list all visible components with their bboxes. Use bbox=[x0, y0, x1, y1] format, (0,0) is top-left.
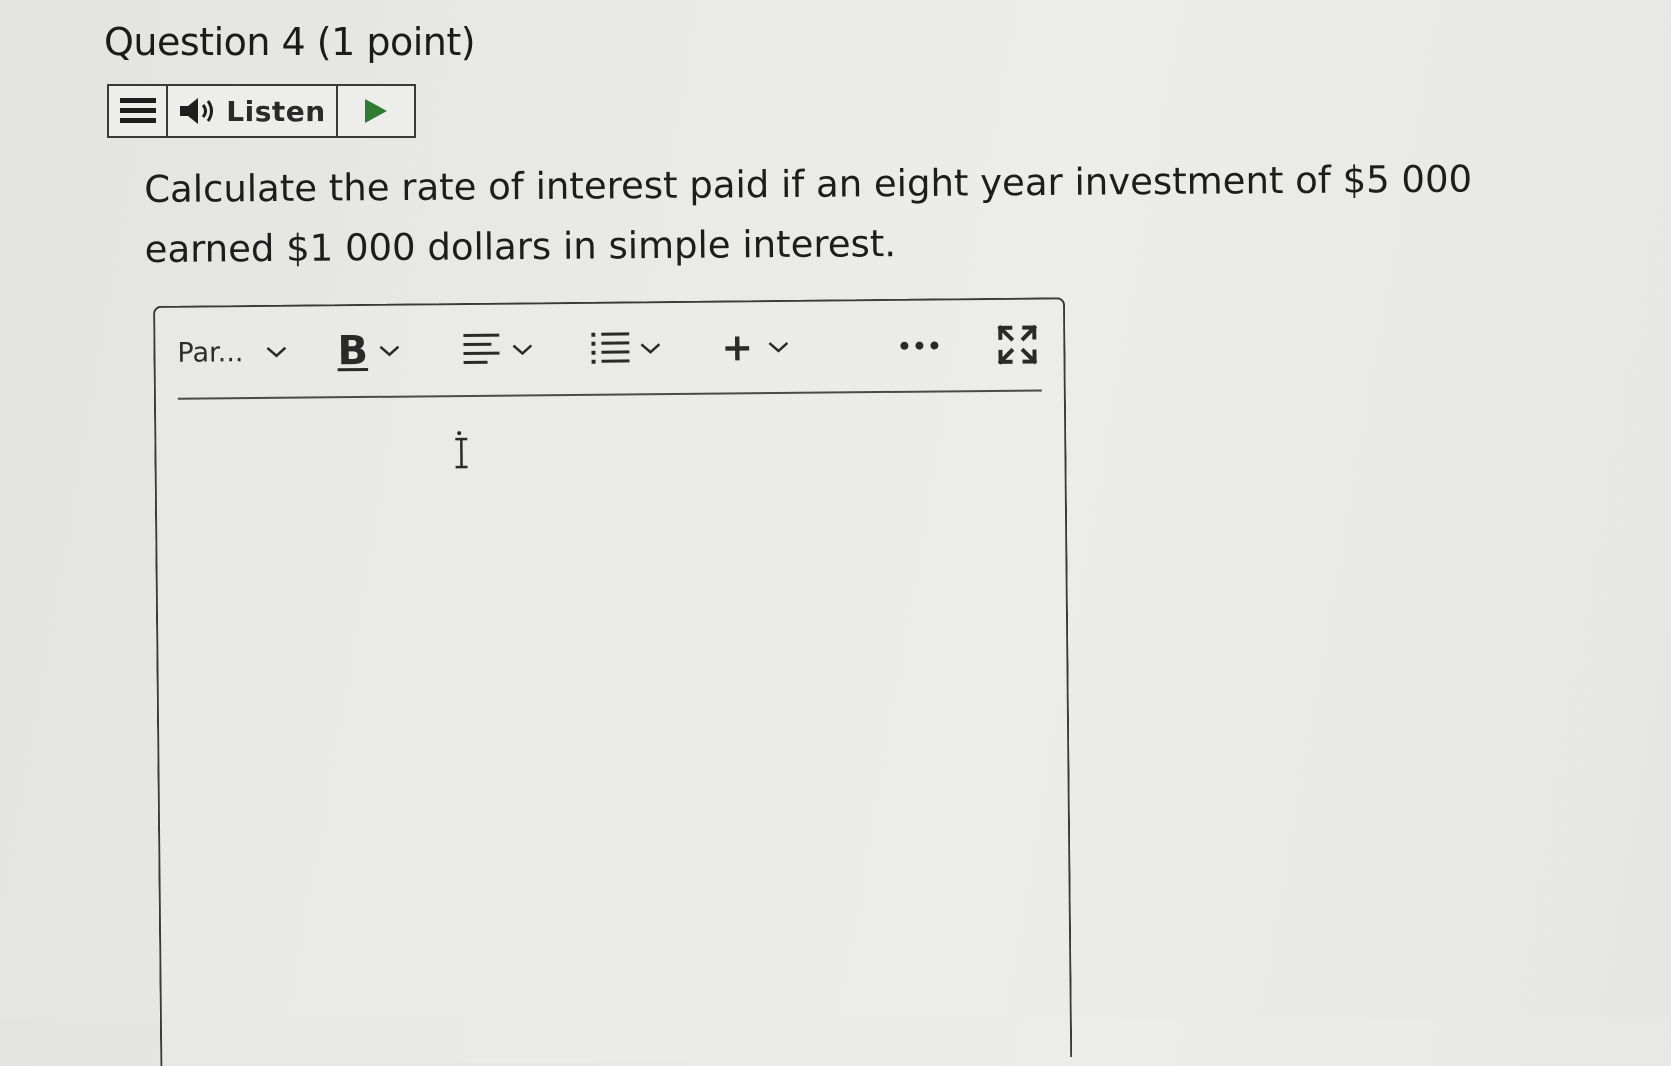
bold-button[interactable]: B bbox=[337, 328, 368, 374]
question-title: Question 4 (1 point) bbox=[104, 20, 475, 64]
align-left-icon bbox=[463, 332, 501, 368]
more-options-button[interactable] bbox=[899, 300, 940, 390]
play-button[interactable] bbox=[338, 86, 414, 136]
paragraph-format-dropdown[interactable]: Par... bbox=[177, 307, 288, 398]
listen-label: Listen bbox=[226, 95, 325, 128]
chevron-down-icon bbox=[767, 340, 789, 354]
speaker-icon bbox=[178, 96, 218, 126]
chevron-down-icon bbox=[639, 341, 661, 355]
more-options-icon bbox=[899, 340, 939, 350]
editor-toolbar: Par... B bbox=[177, 299, 1042, 399]
chevron-down-icon bbox=[511, 342, 533, 356]
text-cursor-icon bbox=[452, 431, 470, 471]
question-text: Calculate the rate of interest paid if a… bbox=[144, 149, 1585, 280]
bulleted-list-icon bbox=[591, 330, 629, 366]
hamburger-menu-icon bbox=[120, 96, 156, 126]
chevron-down-icon bbox=[265, 345, 287, 359]
rich-text-editor: Par... B bbox=[153, 297, 1072, 1066]
align-dropdown[interactable] bbox=[463, 304, 534, 395]
paragraph-format-label: Par... bbox=[177, 337, 243, 369]
insert-label: + bbox=[721, 325, 753, 369]
play-icon bbox=[363, 97, 389, 125]
list-dropdown[interactable] bbox=[591, 303, 662, 394]
bold-dropdown[interactable]: B bbox=[337, 306, 400, 397]
insert-dropdown[interactable]: + bbox=[721, 302, 790, 393]
listen-menu-button[interactable] bbox=[109, 86, 168, 136]
listen-toolbar: Listen bbox=[107, 84, 416, 138]
fullscreen-icon bbox=[997, 325, 1037, 365]
chevron-down-icon bbox=[378, 344, 400, 358]
listen-button[interactable]: Listen bbox=[168, 86, 338, 136]
editor-content-area[interactable] bbox=[156, 391, 1070, 1066]
fullscreen-button[interactable] bbox=[997, 300, 1038, 390]
